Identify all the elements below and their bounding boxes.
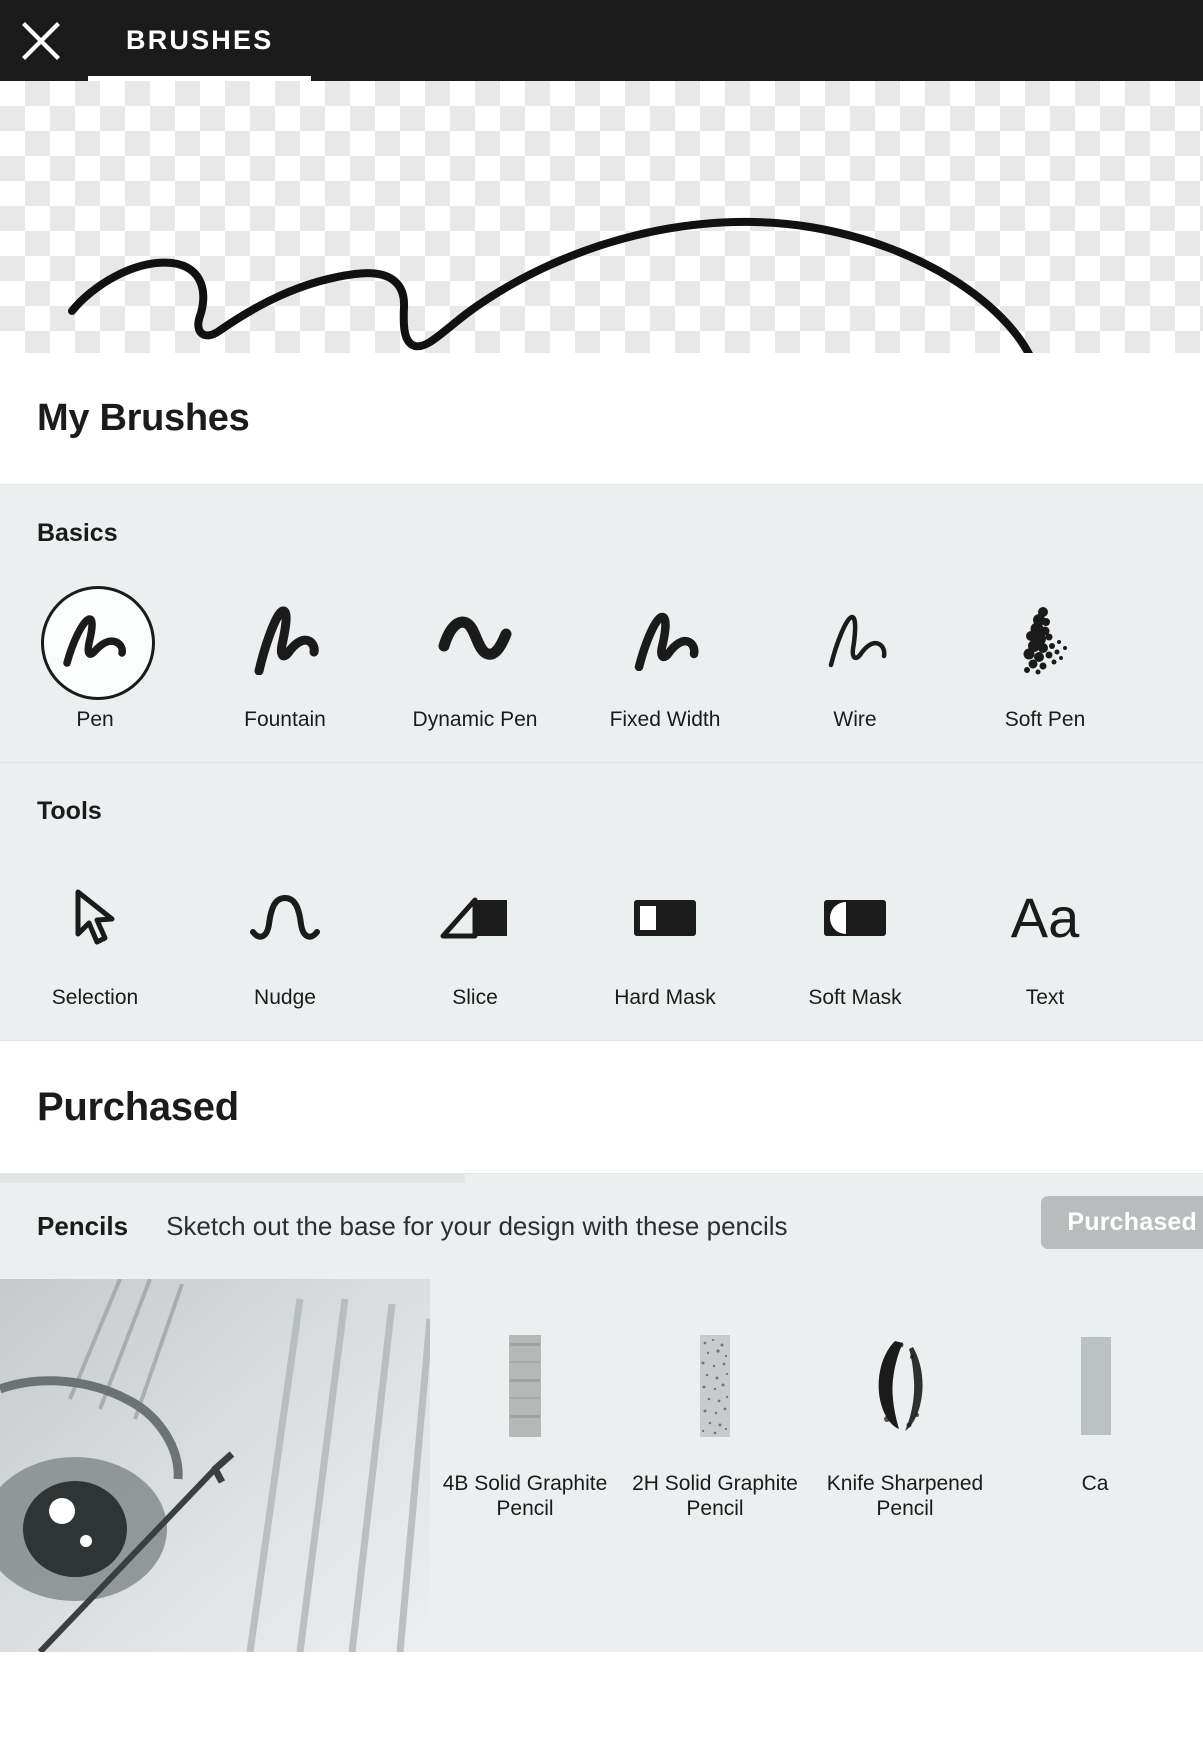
tool-slice-label: Slice	[452, 986, 498, 1010]
brush-fountain-icon-wrap	[231, 586, 339, 694]
tool-soft-mask-label: Soft Mask	[808, 986, 901, 1010]
carbon-swatch	[1071, 1331, 1119, 1441]
group-tools-title: Tools	[0, 797, 1203, 826]
tool-item-hard-mask[interactable]: Hard Mask	[570, 864, 760, 1010]
tool-item-text[interactable]: Aa Text	[950, 864, 1140, 1010]
pack-item-label: Knife Sharpened Pencil	[815, 1471, 995, 1521]
text-aa-icon-wrap: Aa	[991, 864, 1099, 972]
graphite-grain-swatch	[691, 1331, 739, 1441]
close-button[interactable]	[0, 0, 82, 81]
pack-item-label: 2H Solid Graphite Pencil	[625, 1471, 805, 1521]
cursor-arrow-icon	[72, 888, 118, 948]
brush-wire-label: Wire	[833, 708, 876, 732]
brush-fountain-label: Fountain	[244, 708, 326, 732]
pack-item-4b-solid-graphite-pencil[interactable]: 4B Solid Graphite Pencil	[430, 1331, 620, 1521]
brush-wire-icon-wrap	[801, 586, 909, 694]
brush-item-wire[interactable]: Wire	[760, 586, 950, 732]
pack-pencils-header: Pencils Sketch out the base for your des…	[0, 1174, 1203, 1279]
my-brushes-title: My Brushes	[37, 397, 249, 440]
soft-mask-icon-wrap	[801, 864, 909, 972]
purchased-title: Purchased	[37, 1085, 239, 1130]
graphite-grain-swatch-wrap	[665, 1331, 765, 1441]
brush-soft-pen-icon	[1009, 602, 1081, 678]
hard-mask-icon-wrap	[611, 864, 719, 972]
purchased-section-header: Purchased	[0, 1041, 1203, 1174]
soft-mask-icon	[820, 896, 890, 940]
text-aa-icon: Aa	[1011, 890, 1080, 946]
group-basics-row: Pen Fountain Dynamic Pen	[0, 586, 1203, 732]
knife-sharpened-swatch	[865, 1331, 945, 1441]
brush-pen-label: Pen	[76, 708, 113, 732]
group-basics-title: Basics	[0, 519, 1203, 548]
brush-item-fixed-width[interactable]: Fixed Width	[570, 586, 760, 732]
brush-pen-icon	[59, 611, 131, 669]
brush-fountain-icon	[249, 605, 321, 675]
pack-item-2h-solid-graphite-pencil[interactable]: 2H Solid Graphite Pencil	[620, 1331, 810, 1521]
pack-pencils-name: Pencils	[37, 1211, 128, 1242]
pack-item-label: Ca	[1082, 1471, 1109, 1496]
brush-wire-icon	[819, 609, 891, 671]
top-bar: BRUSHES	[0, 0, 1203, 81]
brush-pen-icon-wrap	[41, 586, 149, 694]
brush-fixed-width-icon	[629, 609, 701, 671]
pack-purchased-badge[interactable]: Purchased	[1041, 1196, 1203, 1249]
slice-icon-wrap	[421, 864, 529, 972]
tool-item-selection[interactable]: Selection	[0, 864, 190, 1010]
pack-pencils: Pencils Sketch out the base for your des…	[0, 1174, 1203, 1652]
brush-soft-pen-icon-wrap	[991, 586, 1099, 694]
pack-cover-image	[0, 1279, 430, 1652]
brush-item-pen[interactable]: Pen	[0, 586, 190, 732]
slice-icon	[440, 896, 510, 940]
brush-item-fountain[interactable]: Fountain	[190, 586, 380, 732]
brush-soft-pen-label: Soft Pen	[1005, 708, 1086, 732]
brush-item-dynamic-pen[interactable]: Dynamic Pen	[380, 586, 570, 732]
brush-item-soft-pen[interactable]: Soft Pen	[950, 586, 1140, 732]
knife-sharpened-swatch-wrap	[855, 1331, 955, 1441]
tool-nudge-label: Nudge	[254, 986, 316, 1010]
tool-item-slice[interactable]: Slice	[380, 864, 570, 1010]
tool-text-label: Text	[1026, 986, 1065, 1010]
pack-pencils-body: 4B Solid Graphite Pencil	[0, 1279, 1203, 1652]
tool-selection-label: Selection	[52, 986, 138, 1010]
brush-fixed-width-label: Fixed Width	[610, 708, 721, 732]
graphite-solid-swatch-wrap	[475, 1331, 575, 1441]
group-tools-row: Selection Nudge Slice	[0, 864, 1203, 1010]
my-brushes-section-header: My Brushes	[0, 353, 1203, 485]
brush-preview-canvas	[0, 81, 1203, 353]
pack-cover-artwork	[0, 1279, 430, 1652]
pack-pencils-items: 4B Solid Graphite Pencil	[430, 1279, 1190, 1521]
hard-mask-icon	[630, 896, 700, 940]
graphite-solid-swatch	[501, 1331, 549, 1441]
brush-dynamic-pen-label: Dynamic Pen	[413, 708, 538, 732]
carbon-swatch-wrap	[1045, 1331, 1145, 1441]
tab-brushes[interactable]: BRUSHES	[88, 0, 311, 81]
pack-item-carbon-pencil[interactable]: Ca	[1000, 1331, 1190, 1496]
tab-brushes-label: BRUSHES	[126, 25, 273, 56]
brushes-panel: BRUSHES My Brushes Basics Pen	[0, 0, 1203, 1758]
brush-dynamic-pen-icon	[436, 612, 514, 668]
tool-item-soft-mask[interactable]: Soft Mask	[760, 864, 950, 1010]
brush-stroke-preview	[0, 81, 1203, 353]
brush-fixed-width-icon-wrap	[611, 586, 719, 694]
close-icon	[22, 22, 60, 60]
cursor-arrow-icon-wrap	[41, 864, 149, 972]
wave-icon	[247, 894, 323, 942]
tool-item-nudge[interactable]: Nudge	[190, 864, 380, 1010]
wave-icon-wrap	[231, 864, 339, 972]
pack-pencils-description: Sketch out the base for your design with…	[166, 1211, 787, 1242]
brush-dynamic-pen-icon-wrap	[421, 586, 529, 694]
tool-hard-mask-label: Hard Mask	[614, 986, 716, 1010]
pack-item-knife-sharpened-pencil[interactable]: Knife Sharpened Pencil	[810, 1331, 1000, 1521]
group-tools: Tools Selection Nudge	[0, 763, 1203, 1041]
pack-item-label: 4B Solid Graphite Pencil	[435, 1471, 615, 1521]
group-basics: Basics Pen Fountain	[0, 485, 1203, 763]
